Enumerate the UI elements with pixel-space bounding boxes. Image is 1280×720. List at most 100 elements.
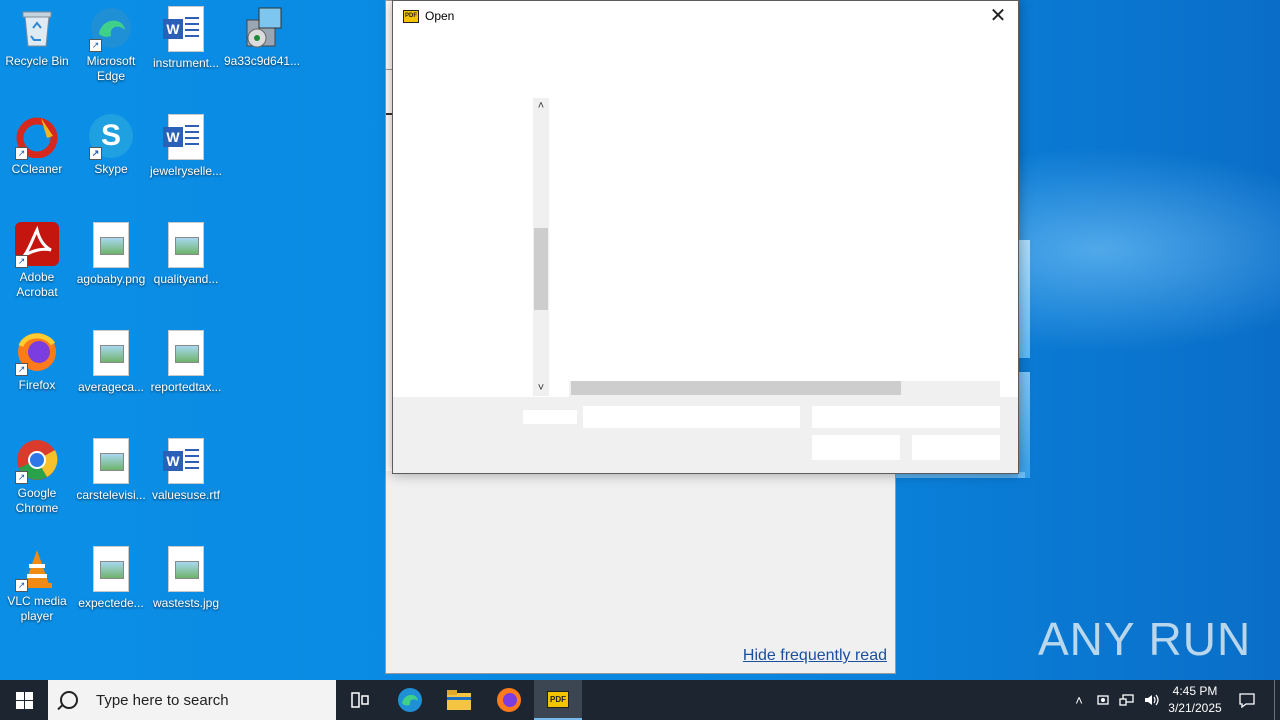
search-placeholder: Type here to search	[96, 691, 229, 709]
shortcut-arrow-icon: ↗	[89, 147, 102, 160]
wallpaper-logo-glow-lower	[1018, 372, 1030, 478]
scrollbar-thumb[interactable]	[534, 228, 548, 310]
taskbar: Type here to search PDF ˄ 4:45 PM 3/21/2…	[0, 680, 1280, 720]
desktop-icon-label: jewelryselle...	[149, 164, 223, 178]
desktop-icon-microsoft-edge[interactable]: ↗ Microsoft Edge	[74, 0, 148, 84]
image-file-icon	[93, 222, 129, 268]
desktop-icon-label: wastests.jpg	[152, 596, 220, 610]
file-type-select[interactable]	[812, 406, 1000, 428]
recycle-bin-icon	[15, 6, 59, 50]
image-file-icon	[168, 330, 204, 376]
image-file-icon	[168, 222, 204, 268]
show-desktop-button[interactable]	[1274, 680, 1275, 720]
scrollbar-thumb[interactable]	[571, 381, 901, 395]
desktop-icon-valuesuse[interactable]: W valuesuse.rtf	[149, 432, 223, 503]
image-file-icon	[168, 546, 204, 592]
volume-icon	[1145, 694, 1159, 706]
acrobat-icon: ↗	[15, 222, 59, 268]
anyrun-watermark: ANY RUN	[1038, 613, 1252, 665]
desktop-icon-qualityand[interactable]: qualityand...	[149, 216, 223, 287]
file-name-label	[523, 410, 577, 424]
close-button[interactable]: ✕	[984, 3, 1012, 29]
edge-icon	[398, 688, 422, 712]
taskbar-edge[interactable]	[386, 680, 434, 720]
desktop-icon-vlc[interactable]: ↗ VLC media player	[0, 540, 74, 624]
dialog-title: Open	[425, 9, 455, 23]
tray-network[interactable]	[1116, 680, 1138, 720]
file-name-input[interactable]	[583, 406, 800, 428]
desktop-icon-label: VLC media player	[7, 594, 67, 623]
task-view-button[interactable]	[336, 680, 384, 720]
desktop-icon-label: qualityand...	[153, 272, 219, 286]
desktop-icon-firefox[interactable]: ↗ Firefox	[0, 324, 74, 393]
image-file-icon	[93, 438, 129, 484]
desktop-icon-label: Adobe Acrobat	[16, 270, 58, 299]
desktop-icon-label: averageca...	[77, 380, 145, 394]
action-center-button[interactable]	[1232, 680, 1262, 720]
show-hidden-icons-button[interactable]: ˄	[1068, 680, 1090, 720]
word-doc-icon: W	[163, 6, 204, 52]
desktop-icon-skype[interactable]: S ↗ Skype	[74, 108, 148, 177]
desktop-icon-label: carstelevisi...	[76, 488, 146, 502]
shortcut-arrow-icon: ↗	[15, 579, 28, 592]
hide-frequently-read-link[interactable]: Hide frequently read	[743, 647, 887, 665]
shortcut-arrow-icon: ↗	[89, 39, 102, 52]
pdf-app-icon: PDF	[403, 9, 419, 23]
notification-icon	[1239, 693, 1255, 708]
vertical-scrollbar[interactable]: ˄ ˅	[533, 98, 549, 396]
desktop-icon-label: CCleaner	[11, 162, 63, 176]
open-file-dialog: PDF Open ✕ ˄ ˅	[392, 0, 1019, 474]
taskbar-search-box[interactable]: Type here to search	[48, 680, 336, 720]
tray-volume[interactable]	[1140, 680, 1162, 720]
desktop-icon-label: Google Chrome	[15, 486, 59, 515]
horizontal-scrollbar[interactable]	[569, 381, 1000, 397]
desktop-icon-averageca[interactable]: averageca...	[74, 324, 148, 395]
task-view-icon	[351, 692, 369, 708]
desktop-icon-recycle-bin[interactable]: Recycle Bin	[0, 0, 74, 69]
desktop-icon-wastests[interactable]: wastests.jpg	[149, 540, 223, 611]
shortcut-arrow-icon: ↗	[15, 255, 28, 268]
open-button[interactable]	[812, 435, 900, 460]
desktop-icon-jewelryselle[interactable]: W jewelryselle...	[149, 108, 223, 179]
scroll-up-icon[interactable]: ˄	[533, 98, 549, 114]
desktop-icon-reportedtax[interactable]: reportedtax...	[149, 324, 223, 395]
chrome-icon: ↗	[15, 438, 59, 484]
shortcut-arrow-icon: ↗	[15, 363, 28, 376]
desktop-icon-expectede[interactable]: expectede...	[74, 540, 148, 611]
desktop-icon-carstelevisi[interactable]: carstelevisi...	[74, 432, 148, 503]
dialog-footer	[393, 397, 1018, 473]
vlc-icon: ↗	[15, 546, 59, 592]
pdf-app-icon: PDF	[547, 690, 569, 708]
search-icon	[60, 691, 78, 709]
firefox-icon: ↗	[15, 330, 59, 376]
start-button[interactable]	[0, 680, 48, 720]
desktop-icon-label: valuesuse.rtf	[151, 488, 221, 502]
taskbar-pdf-app[interactable]: PDF	[534, 680, 582, 720]
desktop-icon-ccleaner[interactable]: ↗ CCleaner	[0, 108, 74, 177]
shortcut-arrow-icon: ↗	[15, 471, 28, 484]
clock-date: 3/21/2025	[1168, 701, 1222, 715]
desktop-icon-instrument[interactable]: W instrument...	[149, 0, 223, 71]
desktop-icon-adobe-acrobat[interactable]: ↗ Adobe Acrobat	[0, 216, 74, 300]
image-file-icon	[93, 546, 129, 592]
desktop-icon-agobaby[interactable]: agobaby.png	[74, 216, 148, 287]
chevron-up-icon: ˄	[1075, 692, 1083, 708]
shortcut-arrow-icon: ↗	[15, 147, 28, 160]
tray-meet-now[interactable]	[1092, 680, 1114, 720]
desktop-icon-google-chrome[interactable]: ↗ Google Chrome	[0, 432, 74, 516]
desktop-icon-label: Recycle Bin	[5, 54, 69, 68]
meet-now-icon	[1097, 695, 1109, 705]
taskbar-firefox[interactable]	[485, 680, 533, 720]
desktop-icon-installer[interactable]: 9a33c9d641...	[224, 0, 300, 69]
edge-icon: ↗	[89, 6, 133, 52]
desktop-icon-label: expectede...	[78, 596, 144, 610]
cancel-button[interactable]	[912, 435, 1000, 460]
taskbar-file-explorer[interactable]	[435, 680, 483, 720]
desktop-icon-label: agobaby.png	[76, 272, 146, 286]
windows-logo-icon	[16, 692, 24, 700]
desktop-icon-label: instrument...	[152, 56, 220, 70]
dialog-title-bar: PDF Open	[403, 9, 454, 23]
desktop-icon-label: Microsoft Edge	[86, 54, 136, 83]
scroll-down-icon[interactable]: ˅	[533, 380, 549, 396]
taskbar-clock[interactable]: 4:45 PM 3/21/2025	[1160, 683, 1230, 717]
